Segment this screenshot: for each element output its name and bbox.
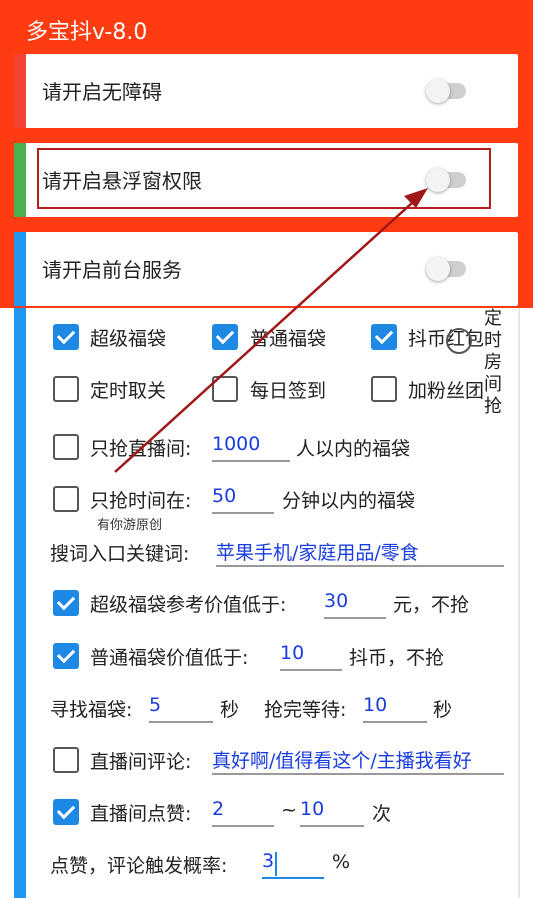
annotation-arrow bbox=[114, 188, 428, 473]
